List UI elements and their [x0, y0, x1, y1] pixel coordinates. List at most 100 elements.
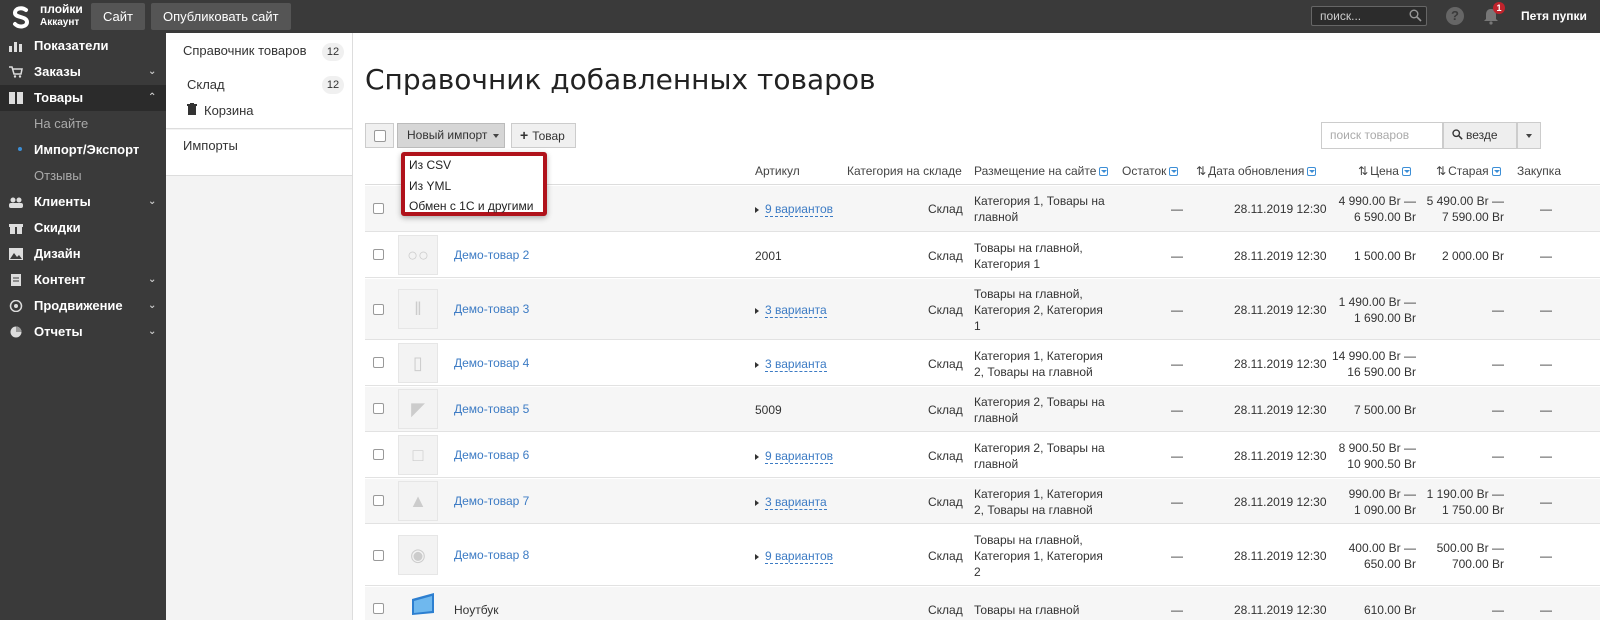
row-checkbox[interactable]: [373, 249, 384, 260]
product-thumbnail[interactable]: ▯: [398, 343, 438, 383]
header-purchase[interactable]: Закупка: [1517, 164, 1561, 178]
nav-subitem-on-site[interactable]: На сайте: [34, 111, 88, 137]
nav-item-design[interactable]: Дизайн: [0, 241, 166, 267]
product-name-link[interactable]: Демо-товар 2: [454, 248, 529, 262]
table-row[interactable]: ○○ Демо-товар 2 2001 Склад Товары на гла…: [365, 233, 1600, 278]
header-price[interactable]: ⇅ Цена: [1358, 164, 1411, 178]
variants-link[interactable]: 3 варианта: [765, 303, 827, 318]
logo-icon[interactable]: [8, 4, 34, 30]
table-row[interactable]: 9 вариантов Склад Категория 1, Товары на…: [365, 186, 1600, 232]
row-checkbox[interactable]: [373, 495, 384, 506]
placement-cell: Товары на главной: [974, 603, 1080, 617]
expand-caret-icon: [755, 499, 759, 506]
product-thumbnail[interactable]: ‖: [398, 289, 438, 329]
add-product-button[interactable]: + Товар: [511, 123, 576, 148]
header-warehouse-category[interactable]: Категория на складе: [847, 164, 962, 178]
variants-cell[interactable]: 9 вариантов: [755, 548, 834, 564]
price-cell: 8 900.50 Br — 10 900.50 Br: [1330, 440, 1416, 472]
price-cell: 1 500.00 Br: [1353, 249, 1416, 263]
warehouse-link[interactable]: Склад: [187, 77, 225, 92]
table-row[interactable]: Ноутбук Склад Товары на главной — 28.11.…: [365, 587, 1600, 620]
table-row[interactable]: ◤ Демо-товар 5 5009 Склад Категория 2, Т…: [365, 387, 1600, 432]
table-row[interactable]: ▯ Демо-товар 4 3 варианта Склад Категори…: [365, 341, 1600, 386]
row-checkbox[interactable]: [373, 603, 384, 614]
product-thumbnail[interactable]: ○○: [398, 235, 438, 275]
header-updated[interactable]: ⇅ Дата обновления: [1196, 164, 1317, 178]
filter-icon[interactable]: [1491, 167, 1501, 176]
account-brand[interactable]: плойки Аккаунт: [40, 3, 83, 29]
filter-icon[interactable]: [1099, 167, 1109, 176]
user-menu[interactable]: Петя пупки: [1521, 9, 1587, 23]
trash-link[interactable]: Корзина: [204, 103, 254, 118]
nav-subitem-reviews[interactable]: Отзывы: [34, 163, 82, 189]
filter-icon[interactable]: [1401, 167, 1411, 176]
table-row[interactable]: ◉ Демо-товар 8 9 вариантов Склад Товары …: [365, 525, 1600, 586]
product-name-link[interactable]: Демо-товар 7: [454, 494, 529, 508]
top-search-input[interactable]: поиск...: [1311, 6, 1427, 26]
nav-item-indicators[interactable]: Показатели: [0, 33, 166, 59]
nav-item-content[interactable]: Контент ⌄: [0, 267, 166, 293]
product-name-link[interactable]: Демо-товар 4: [454, 356, 529, 370]
help-icon[interactable]: ?: [1446, 7, 1464, 25]
header-sku[interactable]: Артикул: [755, 164, 800, 178]
search-scope-button[interactable]: везде: [1443, 122, 1517, 149]
variants-link[interactable]: 9 вариантов: [765, 202, 834, 217]
search-options-toggle[interactable]: [1517, 122, 1541, 149]
variants-link[interactable]: 3 варианта: [765, 495, 827, 510]
row-checkbox[interactable]: [373, 403, 384, 414]
nav-item-discounts[interactable]: Скидки: [0, 215, 166, 241]
nav-item-promotion[interactable]: Продвижение ⌄: [0, 293, 166, 319]
variants-cell[interactable]: 9 вариантов: [755, 201, 834, 217]
imports-link[interactable]: Импорты: [183, 138, 238, 153]
product-thumbnail[interactable]: ◉: [398, 535, 438, 575]
header-old-price[interactable]: ⇅ Старая: [1436, 164, 1501, 178]
laptop-image[interactable]: [410, 593, 436, 615]
table-row[interactable]: ‖ Демо-товар 3 3 варианта Склад Товары н…: [365, 279, 1600, 340]
header-stock[interactable]: Остаток: [1122, 164, 1179, 178]
publish-site-button[interactable]: Опубликовать сайт: [151, 3, 291, 30]
table-row[interactable]: □ Демо-товар 6 9 вариантов Склад Категор…: [365, 433, 1600, 478]
variants-cell[interactable]: 3 варианта: [755, 494, 827, 510]
new-import-button[interactable]: Новый импорт: [397, 123, 505, 148]
top-bar: плойки Аккаунт Сайт Опубликовать сайт по…: [0, 0, 1600, 33]
product-name-link[interactable]: Демо-товар 6: [454, 448, 529, 462]
import-from-yml[interactable]: Из YML: [409, 179, 451, 193]
variants-link[interactable]: 9 вариантов: [765, 449, 834, 464]
nav-item-products[interactable]: Товары ⌃: [0, 85, 166, 111]
header-stock-label: Остаток: [1122, 164, 1167, 178]
product-thumbnail[interactable]: ◤: [398, 389, 438, 429]
row-checkbox[interactable]: [373, 357, 384, 368]
import-exchange-1c[interactable]: Обмен с 1С и другими: [409, 199, 533, 213]
row-checkbox[interactable]: [373, 449, 384, 460]
stock-cell: —: [1171, 249, 1183, 263]
nav-item-orders[interactable]: Заказы ⌄: [0, 59, 166, 85]
variants-cell[interactable]: 9 вариантов: [755, 448, 834, 464]
product-name-link[interactable]: Демо-товар 5: [454, 402, 529, 416]
nav-item-clients[interactable]: Клиенты ⌄: [0, 189, 166, 215]
catalog-link[interactable]: Справочник товаров: [183, 43, 307, 58]
header-placement[interactable]: Размещение на сайте: [974, 164, 1109, 178]
nav-item-reports[interactable]: Отчеты ⌄: [0, 319, 166, 345]
product-name-link[interactable]: Демо-товар 3: [454, 302, 529, 316]
product-name-link[interactable]: Демо-товар 8: [454, 548, 529, 562]
product-search-input[interactable]: поиск товаров: [1321, 122, 1443, 149]
variants-cell[interactable]: 3 варианта: [755, 302, 827, 318]
nav-subitem-import-export[interactable]: Импорт/Экспорт: [34, 137, 139, 163]
variants-link[interactable]: 9 вариантов: [765, 549, 834, 564]
filter-icon[interactable]: [1307, 167, 1317, 176]
variants-link[interactable]: 3 варианта: [765, 357, 827, 372]
left-navigation: Показатели Заказы ⌄ Товары ⌃ На сайте Им…: [0, 33, 166, 620]
product-thumbnail[interactable]: ▲: [398, 481, 438, 521]
product-name-text[interactable]: Ноутбук: [454, 602, 499, 618]
site-button[interactable]: Сайт: [91, 3, 145, 30]
row-checkbox[interactable]: [373, 304, 384, 315]
select-all-checkbox[interactable]: [365, 123, 394, 148]
row-checkbox[interactable]: [373, 550, 384, 561]
row-checkbox[interactable]: [373, 203, 384, 214]
table-row[interactable]: ▲ Демо-товар 7 3 варианта Склад Категори…: [365, 479, 1600, 524]
product-thumbnail[interactable]: □: [398, 435, 438, 475]
import-from-csv[interactable]: Из CSV: [409, 158, 451, 172]
chevron-down-icon: ⌄: [148, 66, 157, 77]
variants-cell[interactable]: 3 варианта: [755, 356, 827, 372]
filter-icon[interactable]: [1169, 167, 1179, 176]
